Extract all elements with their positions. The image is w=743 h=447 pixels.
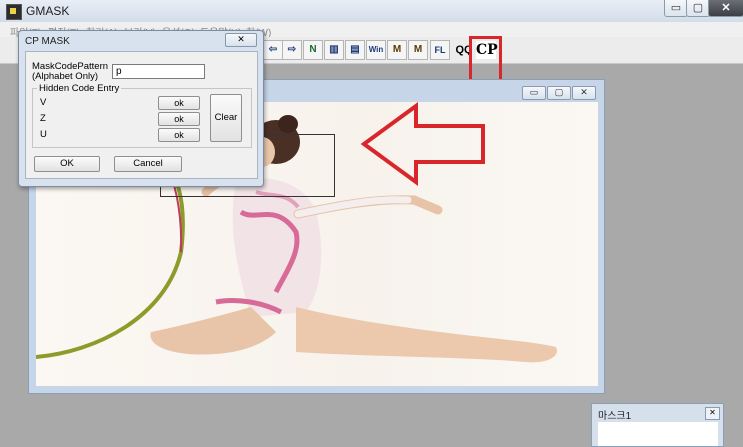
m-icon[interactable]: M: [387, 40, 407, 60]
mask-window-close-button[interactable]: ✕: [705, 407, 720, 420]
clear-button[interactable]: Clear: [210, 94, 242, 142]
fl-icon[interactable]: FL: [430, 40, 450, 60]
mask-pattern-label: MaskCodePattern (Alphabet Only): [32, 62, 108, 82]
maximize-button[interactable]: ▢: [686, 0, 710, 17]
stripes-horizontal-icon[interactable]: ▤: [345, 40, 365, 60]
image-window-minimize-button[interactable]: ▭: [522, 86, 546, 100]
mask-window: 마스크1 ✕: [591, 403, 724, 447]
code-letter-z: Z: [40, 113, 46, 124]
mask-window-body: [598, 422, 718, 446]
mask-pattern-input[interactable]: p: [112, 64, 205, 79]
app-icon: [6, 4, 22, 20]
app-title: GMASK: [26, 4, 70, 18]
mask-pattern-label-line2: (Alphabet Only): [32, 71, 99, 82]
arrow-left-icon[interactable]: ⇦: [263, 40, 283, 60]
code-ok-button-v[interactable]: ok: [158, 96, 200, 110]
stripes-vertical-icon[interactable]: ▥: [324, 40, 344, 60]
code-ok-button-z[interactable]: ok: [158, 112, 200, 126]
arrow-right-icon[interactable]: ⇨: [282, 40, 302, 60]
cancel-button[interactable]: Cancel: [114, 156, 182, 172]
code-letter-v: V: [40, 97, 47, 108]
close-button[interactable]: ✕: [708, 0, 743, 17]
highlight-box: [469, 36, 502, 82]
dialog-close-button[interactable]: ✕: [225, 33, 257, 47]
red-arrow-annotation: [360, 102, 485, 186]
dialog-title: CP MASK: [25, 36, 70, 47]
win-icon[interactable]: Win: [366, 40, 386, 60]
mask-window-title: 마스크1: [598, 411, 632, 422]
title-bar: [0, 0, 743, 23]
code-letter-u: U: [40, 129, 47, 140]
ok-button[interactable]: OK: [34, 156, 100, 172]
hidden-code-group-label: Hidden Code Entry: [37, 83, 122, 94]
cp-mask-dialog: CP MASK ✕ MaskCodePattern (Alphabet Only…: [18, 30, 264, 187]
image-window-close-button[interactable]: ✕: [572, 86, 596, 100]
code-ok-button-u[interactable]: ok: [158, 128, 200, 142]
minimize-button[interactable]: ▭: [664, 0, 688, 17]
image-window-maximize-button[interactable]: ▢: [547, 86, 571, 100]
n-icon[interactable]: N: [303, 40, 323, 60]
m-star-icon[interactable]: M: [408, 40, 428, 60]
dialog-body: MaskCodePattern (Alphabet Only) p Hidden…: [25, 51, 258, 179]
